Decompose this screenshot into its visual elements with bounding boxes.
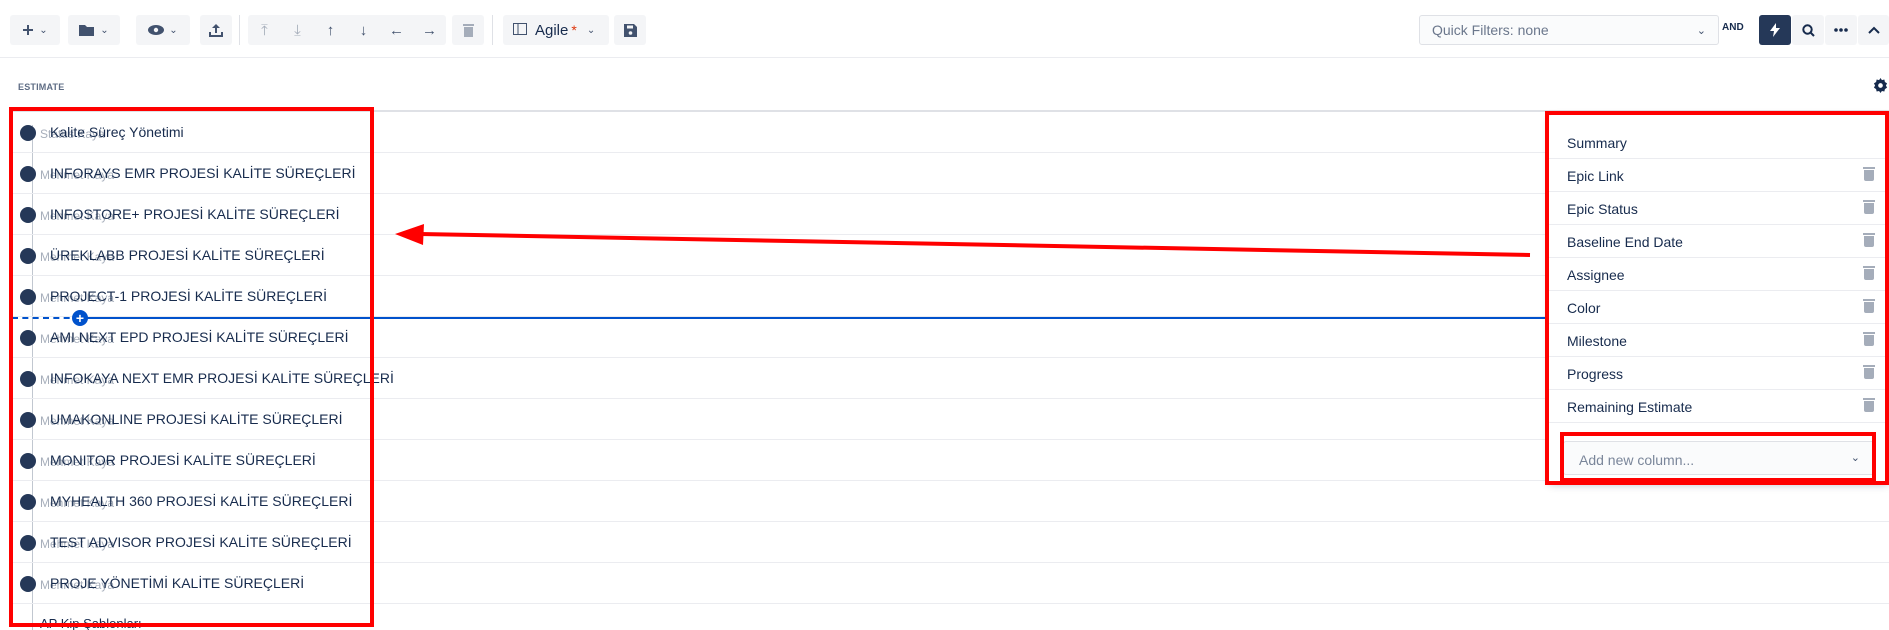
chevron-down-icon: ⌄ [586, 24, 596, 36]
row-summary[interactable]: PROJE YÖNETİMİ KALİTE SÜREÇLERİ [50, 575, 304, 591]
column-label: Epic Link [1567, 168, 1624, 184]
column-label: Progress [1567, 366, 1624, 382]
move-controls: ⤒ ⤓ ↑ ↓ ← → [248, 15, 446, 45]
row-summary[interactable]: PROJECT-1 PROJESİ KALİTE SÜREÇLERİ [50, 288, 327, 304]
move-up-icon[interactable]: ↑ [314, 15, 347, 45]
lightning-icon[interactable] [1759, 15, 1791, 45]
row-summary[interactable]: MYHEALTH 360 PROJESİ KALİTE SÜREÇLERİ [50, 493, 352, 509]
drop-indicator-dashed [12, 317, 80, 319]
move-top-icon[interactable]: ⤒ [248, 15, 281, 45]
column-item[interactable]: Epic Link [1549, 159, 1889, 192]
table-row[interactable]: Mehmet Kaya TEST ADVISOR PROJESİ KALİTE S… [10, 522, 1889, 563]
more-icon[interactable] [1825, 15, 1857, 45]
column-label: Milestone [1567, 333, 1627, 349]
view-menu-button[interactable]: ⌄ [136, 15, 190, 45]
export-button[interactable] [200, 15, 232, 45]
save-icon [614, 15, 646, 45]
column-header[interactable]: ESTIMATE [18, 82, 64, 92]
column-item[interactable]: Assignee [1549, 258, 1889, 291]
trash-icon[interactable] [1863, 365, 1875, 379]
column-label: Color [1567, 300, 1601, 316]
epic-dot-icon [20, 371, 36, 387]
view-selector[interactable]: Agile * ⌄ [503, 15, 609, 45]
toolbar-divider [239, 15, 240, 45]
epic-dot-icon [20, 207, 36, 223]
column-item[interactable]: Epic Status [1549, 192, 1889, 225]
chevron-down-icon: ⌄ [1850, 452, 1860, 464]
epic-dot-icon [20, 248, 36, 264]
trash-icon[interactable] [1863, 167, 1875, 181]
delete-button[interactable] [452, 15, 484, 45]
folder-icon: ⌄ [68, 15, 120, 45]
column-label: Assignee [1567, 267, 1625, 283]
row-summary[interactable]: INFORAYS EMR PROJESİ KALİTE SÜREÇLERİ [50, 165, 355, 181]
epic-dot-icon [20, 576, 36, 592]
move-down-icon[interactable]: ↓ [347, 15, 380, 45]
column-label: Baseline End Date [1567, 234, 1683, 250]
column-label: Remaining Estimate [1567, 399, 1693, 415]
save-view-button[interactable] [614, 15, 646, 45]
drop-plus-icon: + [72, 310, 88, 326]
toolbar: ⌄ ⌄ ⌄ ⤒ ⤓ ↑ ↓ ← → Agile * ⌄ Quick Filter… [0, 0, 1889, 58]
unsaved-marker: * [571, 22, 577, 38]
gear-icon[interactable] [1873, 78, 1888, 98]
column-item[interactable]: Remaining Estimate [1549, 390, 1889, 423]
trash-icon[interactable] [1863, 398, 1875, 412]
view-name: Agile [535, 21, 569, 39]
column-item[interactable]: Milestone [1549, 324, 1889, 357]
table-row[interactable]: Mehmet Kaya MYHEALTH 360 PROJESİ KALİTE S… [10, 481, 1889, 522]
outdent-icon[interactable]: ← [380, 15, 413, 45]
epic-dot-icon [20, 412, 36, 428]
trash-icon[interactable] [1863, 332, 1875, 346]
epic-dot-icon [20, 330, 36, 346]
toolbar-divider [492, 15, 493, 45]
epic-dot-icon [20, 535, 36, 551]
quick-filters-select[interactable]: Quick Filters: none ⌄ [1419, 15, 1719, 45]
add-column-select[interactable]: Add new column... ⌄ [1563, 441, 1875, 475]
trash-icon[interactable] [1863, 299, 1875, 313]
search-icon[interactable] [1792, 15, 1824, 45]
filter-operator[interactable]: AND [1722, 22, 1744, 33]
add-menu-button[interactable]: ⌄ [10, 15, 60, 45]
column-item[interactable]: Summary [1549, 126, 1889, 159]
row-summary[interactable]: INFOKAYA NEXT EMR PROJESİ KALİTE SÜREÇLE… [50, 370, 394, 386]
epic-dot-icon [20, 453, 36, 469]
epic-dot-icon [20, 125, 36, 141]
column-label: Summary [1567, 135, 1627, 151]
plus-icon: ⌄ [10, 15, 60, 45]
trash-icon [452, 15, 484, 45]
columns-view-icon [513, 22, 527, 38]
row-summary[interactable]: UMAKONLINE PROJESİ KALİTE SÜREÇLERİ [50, 411, 343, 427]
drop-indicator-line [80, 317, 1550, 319]
trash-icon[interactable] [1863, 266, 1875, 280]
table-row[interactable]: Mehmet Kaya PROJE YÖNETİMİ KALİTE SÜREÇLE… [10, 563, 1889, 604]
collapse-icon[interactable] [1858, 15, 1889, 45]
move-bottom-icon[interactable]: ⤓ [281, 15, 314, 45]
trash-icon[interactable] [1863, 233, 1875, 247]
epic-dot-icon [20, 166, 36, 182]
indent-icon[interactable]: → [413, 15, 446, 45]
row-summary[interactable]: MONITOR PROJESİ KALİTE SÜREÇLERİ [50, 452, 316, 468]
row-summary[interactable]: ÜREKLABB PROJESİ KALİTE SÜREÇLERİ [50, 247, 325, 263]
column-item[interactable]: Progress [1549, 357, 1889, 390]
epic-dot-icon [20, 494, 36, 510]
row-summary[interactable]: TEST ADVISOR PROJESİ KALİTE SÜREÇLERİ [50, 534, 352, 550]
column-label: Epic Status [1567, 201, 1638, 217]
partial-row-label[interactable]: AP Kip Şablonları [40, 616, 142, 630]
chevron-down-icon: ⌄ [1696, 24, 1706, 37]
row-summary[interactable]: AMI NEXT EPD PROJESİ KALİTE SÜREÇLERİ [50, 329, 348, 345]
folder-menu-button[interactable]: ⌄ [68, 15, 120, 45]
column-item[interactable]: Color [1549, 291, 1889, 324]
column-item[interactable]: Baseline End Date [1549, 225, 1889, 258]
column-config-panel: Summary Epic Link Epic Status Baseline End … [1549, 115, 1889, 483]
row-summary[interactable]: INFOSTORE+ PROJESİ KALİTE SÜREÇLERİ [50, 206, 340, 222]
row-summary[interactable]: Kalite Süreç Yönetimi [50, 124, 184, 140]
eye-icon: ⌄ [136, 15, 190, 45]
trash-icon[interactable] [1863, 200, 1875, 214]
quick-filters-placeholder: Quick Filters: none [1432, 22, 1549, 38]
epic-dot-icon [20, 289, 36, 305]
upload-icon [200, 15, 232, 45]
add-column-placeholder: Add new column... [1579, 452, 1695, 468]
